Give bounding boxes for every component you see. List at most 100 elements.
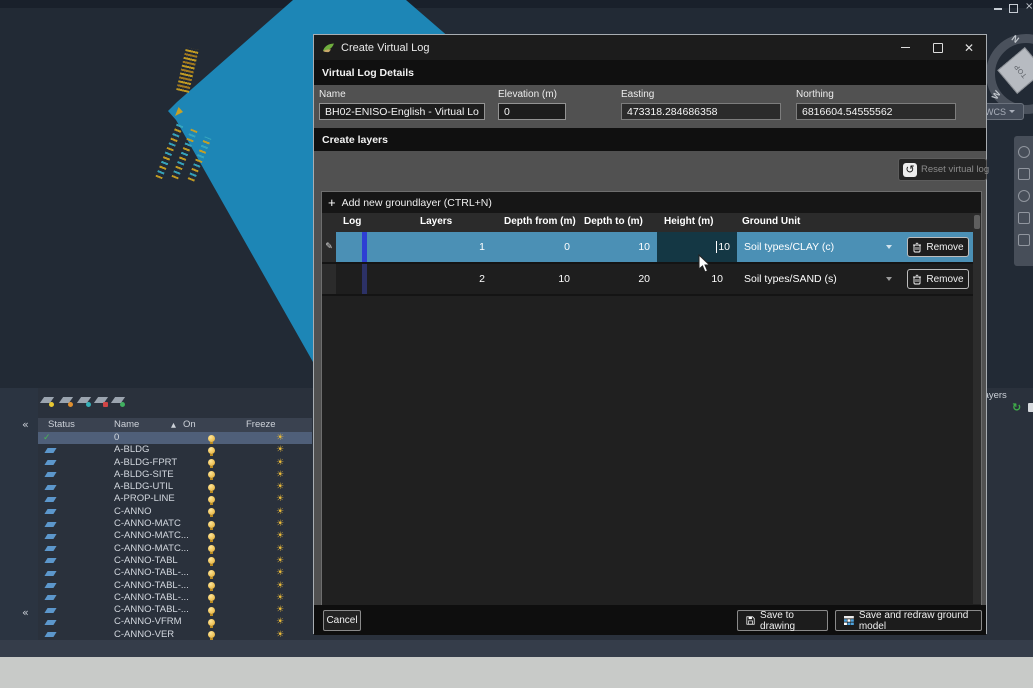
layer-freeze-icon[interactable]: ☀ — [276, 481, 284, 493]
layer-row[interactable]: A-PROP-LINE☀ — [38, 493, 312, 505]
reset-virtual-log-button[interactable]: ↺ Reset virtual log — [898, 158, 987, 181]
layer-on-icon[interactable] — [208, 545, 215, 552]
layer-freeze-icon[interactable]: ☀ — [276, 555, 284, 567]
layer-row[interactable]: C-ANNO-MATC...☀ — [38, 543, 312, 555]
layer-freeze-icon[interactable]: ☀ — [276, 432, 284, 444]
layer-freeze-icon[interactable]: ☀ — [276, 580, 284, 592]
column-status[interactable]: Status — [48, 418, 75, 432]
layer-on-icon[interactable] — [208, 521, 215, 528]
ground-unit-dropdown[interactable]: Soil types/SAND (s) — [737, 264, 902, 294]
layer-on-icon[interactable] — [208, 471, 215, 478]
delete-layer-icon[interactable] — [94, 394, 108, 407]
layer-row[interactable]: C-ANNO-VFRM☀ — [38, 616, 312, 628]
window-close-icon[interactable]: × — [1025, 1, 1033, 12]
layer-on-icon[interactable] — [208, 619, 215, 626]
depth-to-cell[interactable]: 10 — [577, 232, 650, 262]
palette-edge-icon[interactable] — [1028, 403, 1033, 412]
layer-on-icon[interactable] — [208, 631, 215, 638]
layer-freeze-icon[interactable]: ☀ — [276, 518, 284, 530]
layer-row[interactable]: A-BLDG-FPRT☀ — [38, 457, 312, 469]
refresh-icon[interactable]: ↻ — [1012, 401, 1021, 414]
new-layer-icon[interactable] — [40, 394, 54, 407]
log-cell[interactable] — [336, 264, 414, 294]
set-current-layer-icon[interactable] — [111, 394, 125, 407]
layer-freeze-icon[interactable]: ☀ — [276, 530, 284, 542]
layer-row[interactable]: C-ANNO-MATC...☀ — [38, 530, 312, 542]
window-restore-icon[interactable] — [1009, 4, 1018, 13]
layer-freeze-icon[interactable]: ☀ — [276, 493, 284, 505]
log-cell[interactable] — [336, 232, 414, 262]
layer-row[interactable]: C-ANNO-MATC☀ — [38, 518, 312, 530]
remove-row-button[interactable]: Remove — [907, 237, 969, 257]
layer-row[interactable]: ✓0☀ — [38, 432, 312, 444]
layer-on-icon[interactable] — [208, 533, 215, 540]
depth-from-cell[interactable]: 0 — [492, 232, 570, 262]
column-name[interactable]: Name — [114, 418, 139, 432]
dialog-title-bar[interactable]: Create Virtual Log ✕ — [314, 35, 986, 60]
height-cell-editing[interactable]: 10 — [657, 232, 737, 262]
layer-row[interactable]: A-BLDG-SITE☀ — [38, 469, 312, 481]
collapse-palette-button[interactable]: « — [22, 606, 29, 619]
layer-on-icon[interactable] — [208, 484, 215, 491]
layer-freeze-vp-icon[interactable] — [77, 394, 91, 407]
orbit-icon[interactable] — [1018, 212, 1030, 224]
cancel-button[interactable]: Cancel — [323, 610, 361, 631]
layer-freeze-icon[interactable]: ☀ — [276, 506, 284, 518]
depth-to-cell[interactable]: 20 — [577, 264, 650, 294]
pan-icon[interactable] — [1018, 168, 1030, 180]
layer-on-icon[interactable] — [208, 582, 215, 589]
full-navigation-wheel-icon[interactable] — [1018, 146, 1030, 158]
showmotion-icon[interactable] — [1018, 234, 1030, 246]
layers-cell[interactable]: 1 — [414, 232, 485, 262]
name-input[interactable] — [319, 103, 485, 120]
groundlayer-row-selected[interactable]: ✎ 1 0 10 10 Soil types/CLAY (c) — [322, 232, 981, 264]
navigation-bar[interactable] — [1014, 136, 1033, 266]
row-handle[interactable] — [322, 264, 336, 294]
layer-row[interactable]: A-BLDG☀ — [38, 444, 312, 456]
layer-on-icon[interactable] — [208, 435, 215, 442]
layer-on-icon[interactable] — [208, 459, 215, 466]
layer-freeze-icon[interactable]: ☀ — [276, 629, 284, 640]
layer-on-icon[interactable] — [208, 508, 215, 515]
new-layer-vp-frozen-icon[interactable] — [59, 394, 73, 407]
layer-freeze-icon[interactable]: ☀ — [276, 444, 284, 456]
layer-row[interactable]: C-ANNO-TABL-...☀ — [38, 580, 312, 592]
collapse-palette-button[interactable]: « — [22, 418, 29, 431]
layer-on-icon[interactable] — [208, 594, 215, 601]
save-and-redraw-button[interactable]: Save and redraw ground model — [835, 610, 982, 631]
layer-row[interactable]: C-ANNO-TABL-...☀ — [38, 567, 312, 579]
layer-on-icon[interactable] — [208, 570, 215, 577]
layer-freeze-icon[interactable]: ☀ — [276, 592, 284, 604]
scrollbar-thumb[interactable] — [974, 215, 980, 229]
remove-row-button[interactable]: Remove — [907, 269, 969, 289]
layer-freeze-icon[interactable]: ☀ — [276, 604, 284, 616]
layer-row[interactable]: C-ANNO-TABL-...☀ — [38, 592, 312, 604]
layer-row[interactable]: A-BLDG-UTIL☀ — [38, 481, 312, 493]
layer-on-icon[interactable] — [208, 496, 215, 503]
layer-freeze-icon[interactable]: ☀ — [276, 457, 284, 469]
layer-on-icon[interactable] — [208, 557, 215, 564]
height-cell[interactable]: 10 — [657, 264, 730, 294]
northing-input[interactable] — [796, 103, 956, 120]
layer-freeze-icon[interactable]: ☀ — [276, 543, 284, 555]
layer-row[interactable]: C-ANNO-VER☀ — [38, 629, 312, 640]
layer-row[interactable]: C-ANNO-TABL-...☀ — [38, 604, 312, 616]
layer-on-icon[interactable] — [208, 447, 215, 454]
elevation-input[interactable] — [498, 103, 566, 120]
layer-row[interactable]: C-ANNO-TABL☀ — [38, 555, 312, 567]
ground-unit-dropdown[interactable]: Soil types/CLAY (c) — [737, 232, 902, 262]
dialog-minimize-button[interactable] — [890, 35, 920, 60]
layer-on-icon[interactable] — [208, 607, 215, 614]
window-minimize-icon[interactable] — [994, 8, 1002, 10]
column-on[interactable]: On — [183, 418, 196, 432]
table-scrollbar[interactable] — [973, 213, 981, 604]
easting-input[interactable] — [621, 103, 781, 120]
zoom-icon[interactable] — [1018, 190, 1030, 202]
groundlayer-row[interactable]: 2 10 20 10 Soil types/SAND (s) Remove — [322, 264, 981, 296]
column-freeze[interactable]: Freeze — [246, 418, 276, 432]
layers-cell[interactable]: 2 — [414, 264, 485, 294]
layer-freeze-icon[interactable]: ☀ — [276, 469, 284, 481]
depth-from-cell[interactable]: 10 — [492, 264, 570, 294]
dialog-maximize-button[interactable] — [923, 35, 953, 60]
viewcube[interactable]: N E W TOP — [986, 34, 1033, 114]
